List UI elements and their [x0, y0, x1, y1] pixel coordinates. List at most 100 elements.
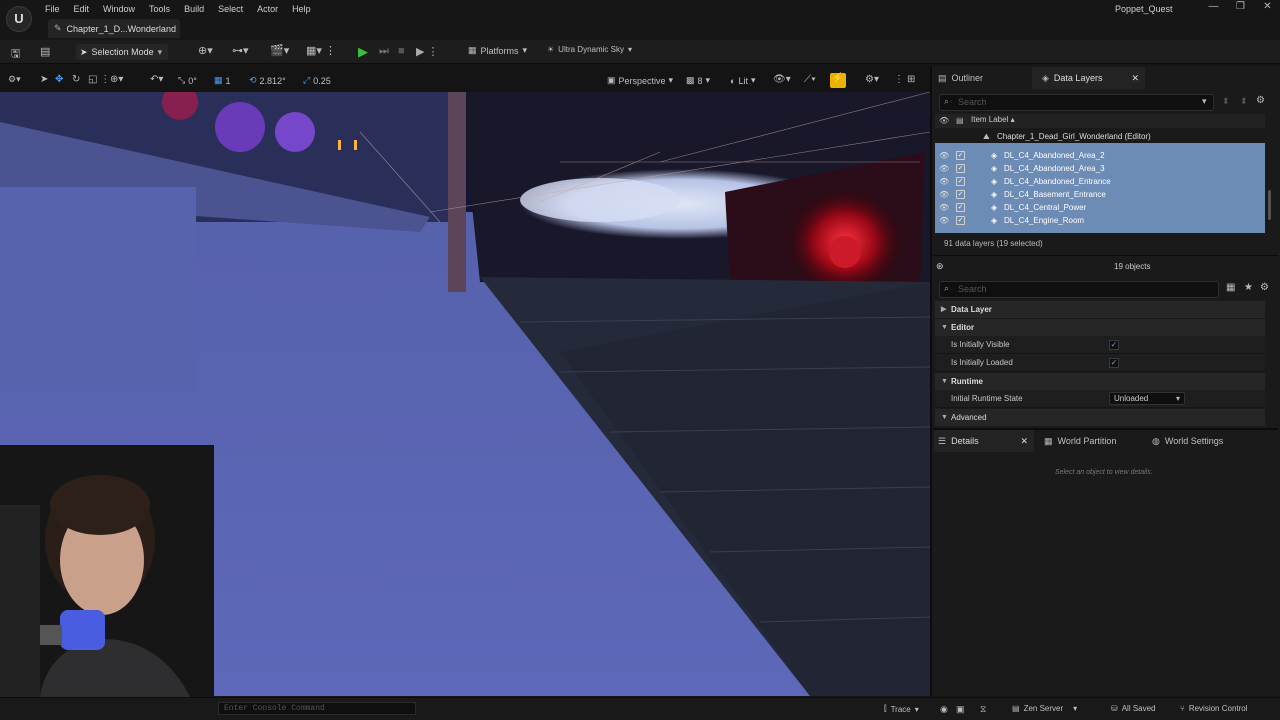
table-view-icon[interactable]: ▦: [1226, 282, 1235, 293]
angle-snap[interactable]: ⟲ 2.812°: [249, 75, 286, 86]
menu-actor[interactable]: Actor: [250, 4, 285, 14]
close-window-icon[interactable]: ✕: [1254, 1, 1280, 12]
platforms-button[interactable]: ▦ Platforms ▾: [468, 45, 527, 56]
tab-outliner[interactable]: ▤ Outliner: [934, 67, 1030, 89]
loaded-checkbox[interactable]: ✓: [956, 177, 965, 186]
show-flags-icon[interactable]: 👁▾: [773, 74, 791, 85]
loaded-checkbox[interactable]: ✓: [1109, 358, 1119, 368]
content-browser-icon[interactable]: ▤: [40, 45, 50, 58]
menu-select[interactable]: Select: [211, 4, 250, 14]
category-editor[interactable]: ▼ Editor: [935, 319, 1265, 336]
settings-icon[interactable]: ⚙: [1256, 95, 1265, 106]
stop-icon[interactable]: ■: [398, 45, 405, 57]
perspective-dropdown[interactable]: ▣ Perspective ▾: [607, 75, 673, 86]
filter-icon[interactable]: ⬍: [1240, 96, 1248, 107]
build-icon[interactable]: ▦▾ ⋮: [306, 44, 336, 57]
item-label-column[interactable]: Item Label ▴: [971, 115, 1015, 124]
loaded-checkbox[interactable]: ✓: [956, 190, 965, 199]
unreal-logo-icon[interactable]: U: [6, 6, 32, 32]
zen-server-button[interactable]: ▤ Zen Server ▾: [1012, 704, 1077, 713]
visibility-icon[interactable]: 👁: [939, 201, 949, 214]
skip-icon[interactable]: ⏭: [379, 45, 389, 58]
timer-icon[interactable]: ⧖: [980, 704, 986, 715]
close-icon[interactable]: ✕: [1131, 73, 1139, 84]
loaded-checkbox[interactable]: ✓: [956, 216, 965, 225]
visibility-icon[interactable]: 👁: [939, 149, 949, 162]
category-runtime[interactable]: ▼ Runtime: [935, 373, 1265, 390]
visibility-icon[interactable]: 👁: [939, 162, 949, 175]
screenshot-icon[interactable]: ▣: [956, 704, 965, 715]
loaded-checkbox[interactable]: ✓: [956, 164, 965, 173]
record-icon[interactable]: ◉: [940, 704, 948, 715]
visibility-icon[interactable]: 👁: [939, 214, 949, 227]
close-icon[interactable]: ✕: [1020, 436, 1028, 447]
loaded-checkbox[interactable]: ✓: [956, 203, 965, 212]
tab-details[interactable]: ☰ Details ✕: [934, 430, 1034, 452]
scrollbar[interactable]: [1268, 190, 1271, 220]
data-layers-search[interactable]: Search: [939, 94, 1214, 111]
blueprint-icon[interactable]: ⊶▾: [232, 44, 249, 57]
list-item[interactable]: 👁 ✓ ◈ DL_C4_Abandoned_Entrance: [935, 175, 1265, 188]
console-input[interactable]: Enter Console Command: [218, 702, 416, 715]
menu-file[interactable]: File: [38, 4, 67, 14]
visibility-icon[interactable]: 👁: [939, 175, 949, 188]
revision-control-button[interactable]: ⑂ Revision Control: [1180, 704, 1248, 713]
visible-checkbox[interactable]: ✓: [1109, 340, 1119, 350]
settings-icon[interactable]: ⚙: [1260, 282, 1269, 293]
menu-help[interactable]: Help: [285, 4, 318, 14]
favorite-star-icon[interactable]: ★: [1244, 282, 1253, 293]
chevron-down-icon[interactable]: ▾: [1202, 96, 1207, 107]
tab-world-settings[interactable]: ◍ World Settings: [1148, 430, 1258, 452]
save-status[interactable]: ⛁ All Saved: [1111, 704, 1156, 713]
surface-snap-icon[interactable]: ↶▾: [150, 74, 163, 85]
world-space-icon[interactable]: ⊕▾: [110, 74, 123, 85]
list-item[interactable]: 👁 ✓ ◈ DL_C4_Engine_Room: [935, 214, 1265, 227]
play-options-icon[interactable]: ▶ ⋮: [416, 45, 439, 58]
rotate-tool-icon[interactable]: ↻: [72, 74, 80, 85]
play-icon[interactable]: ▶: [358, 44, 368, 60]
scale-snap[interactable]: ⤢ 0.25: [303, 75, 331, 86]
level-tab[interactable]: ✎ Chapter_1_D...Wonderland: [48, 19, 180, 38]
tab-world-partition[interactable]: ▦ World Partition: [1040, 430, 1145, 452]
add-layer-icon[interactable]: ⬍: [1222, 96, 1230, 107]
menu-window[interactable]: Window: [96, 4, 142, 14]
list-item[interactable]: [935, 227, 1265, 233]
menu-edit[interactable]: Edit: [67, 4, 97, 14]
loaded-checkbox[interactable]: ✓: [956, 151, 965, 160]
add-actor-icon[interactable]: ⊕▾: [198, 44, 213, 57]
selection-mode-dropdown[interactable]: ➤ Selection Mode ▾: [76, 44, 168, 60]
menu-build[interactable]: Build: [177, 4, 211, 14]
visibility-icon[interactable]: 👁: [939, 188, 949, 201]
world-row[interactable]: ⛰ Chapter_1_Dead_Girl_Wonderland (Editor…: [935, 130, 1265, 143]
lock-icon[interactable]: ⊛: [936, 261, 944, 272]
save-icon[interactable]: 🖫: [11, 45, 20, 64]
camera-speed[interactable]: ▩ 8 ▾: [686, 75, 710, 86]
menu-tools[interactable]: Tools: [142, 4, 177, 14]
settings-icon[interactable]: ⚙▾: [865, 74, 879, 85]
list-item[interactable]: 👁 ✓ ◈ DL_C4_Central_Power: [935, 201, 1265, 214]
tab-data-layers[interactable]: ◈ Data Layers ✕: [1032, 67, 1145, 89]
list-item[interactable]: 👁 ✓ ◈ DL_C4_Abandoned_Area_3: [935, 162, 1265, 175]
list-item[interactable]: 👁 ✓ ◈ DL_C4_Abandoned_Area_2: [935, 149, 1265, 162]
view-mode-dropdown[interactable]: ◐ Lit ▾: [730, 75, 755, 86]
trace-button[interactable]: ⫿ Trace ▾: [884, 704, 919, 714]
category-data-layer[interactable]: ▶ Data Layer: [935, 301, 1265, 318]
cinematics-icon[interactable]: 🎬▾: [270, 44, 289, 57]
list-item[interactable]: 👁 ✓ ◈ DL_C4_Basement_Entrance: [935, 188, 1265, 201]
move-tool-icon[interactable]: ✥: [55, 74, 63, 85]
minimize-icon[interactable]: —: [1200, 1, 1227, 12]
performance-icon[interactable]: ⟋▾: [804, 74, 816, 85]
transform-menu-icon[interactable]: ⚙▾: [8, 74, 21, 85]
sky-button[interactable]: ☀ Ultra Dynamic Sky ▾: [547, 45, 632, 54]
category-advanced[interactable]: ▼ Advanced: [935, 409, 1265, 426]
realtime-icon[interactable]: ⚡: [830, 73, 846, 88]
details-search[interactable]: Search: [939, 281, 1219, 298]
layout-icon[interactable]: ⊞: [907, 74, 915, 85]
runtime-state-dropdown[interactable]: Unloaded ▾: [1109, 392, 1185, 405]
more-options-icon[interactable]: ⋮: [894, 74, 904, 85]
grid-snap[interactable]: ▦ 1: [214, 75, 231, 86]
restore-icon[interactable]: ❐: [1227, 1, 1254, 12]
rotation-snap[interactable]: ⤡ 0°: [178, 75, 197, 86]
select-tool-icon[interactable]: ➤: [40, 74, 48, 85]
scale-tool-icon[interactable]: ◱ ⋮: [88, 74, 110, 85]
